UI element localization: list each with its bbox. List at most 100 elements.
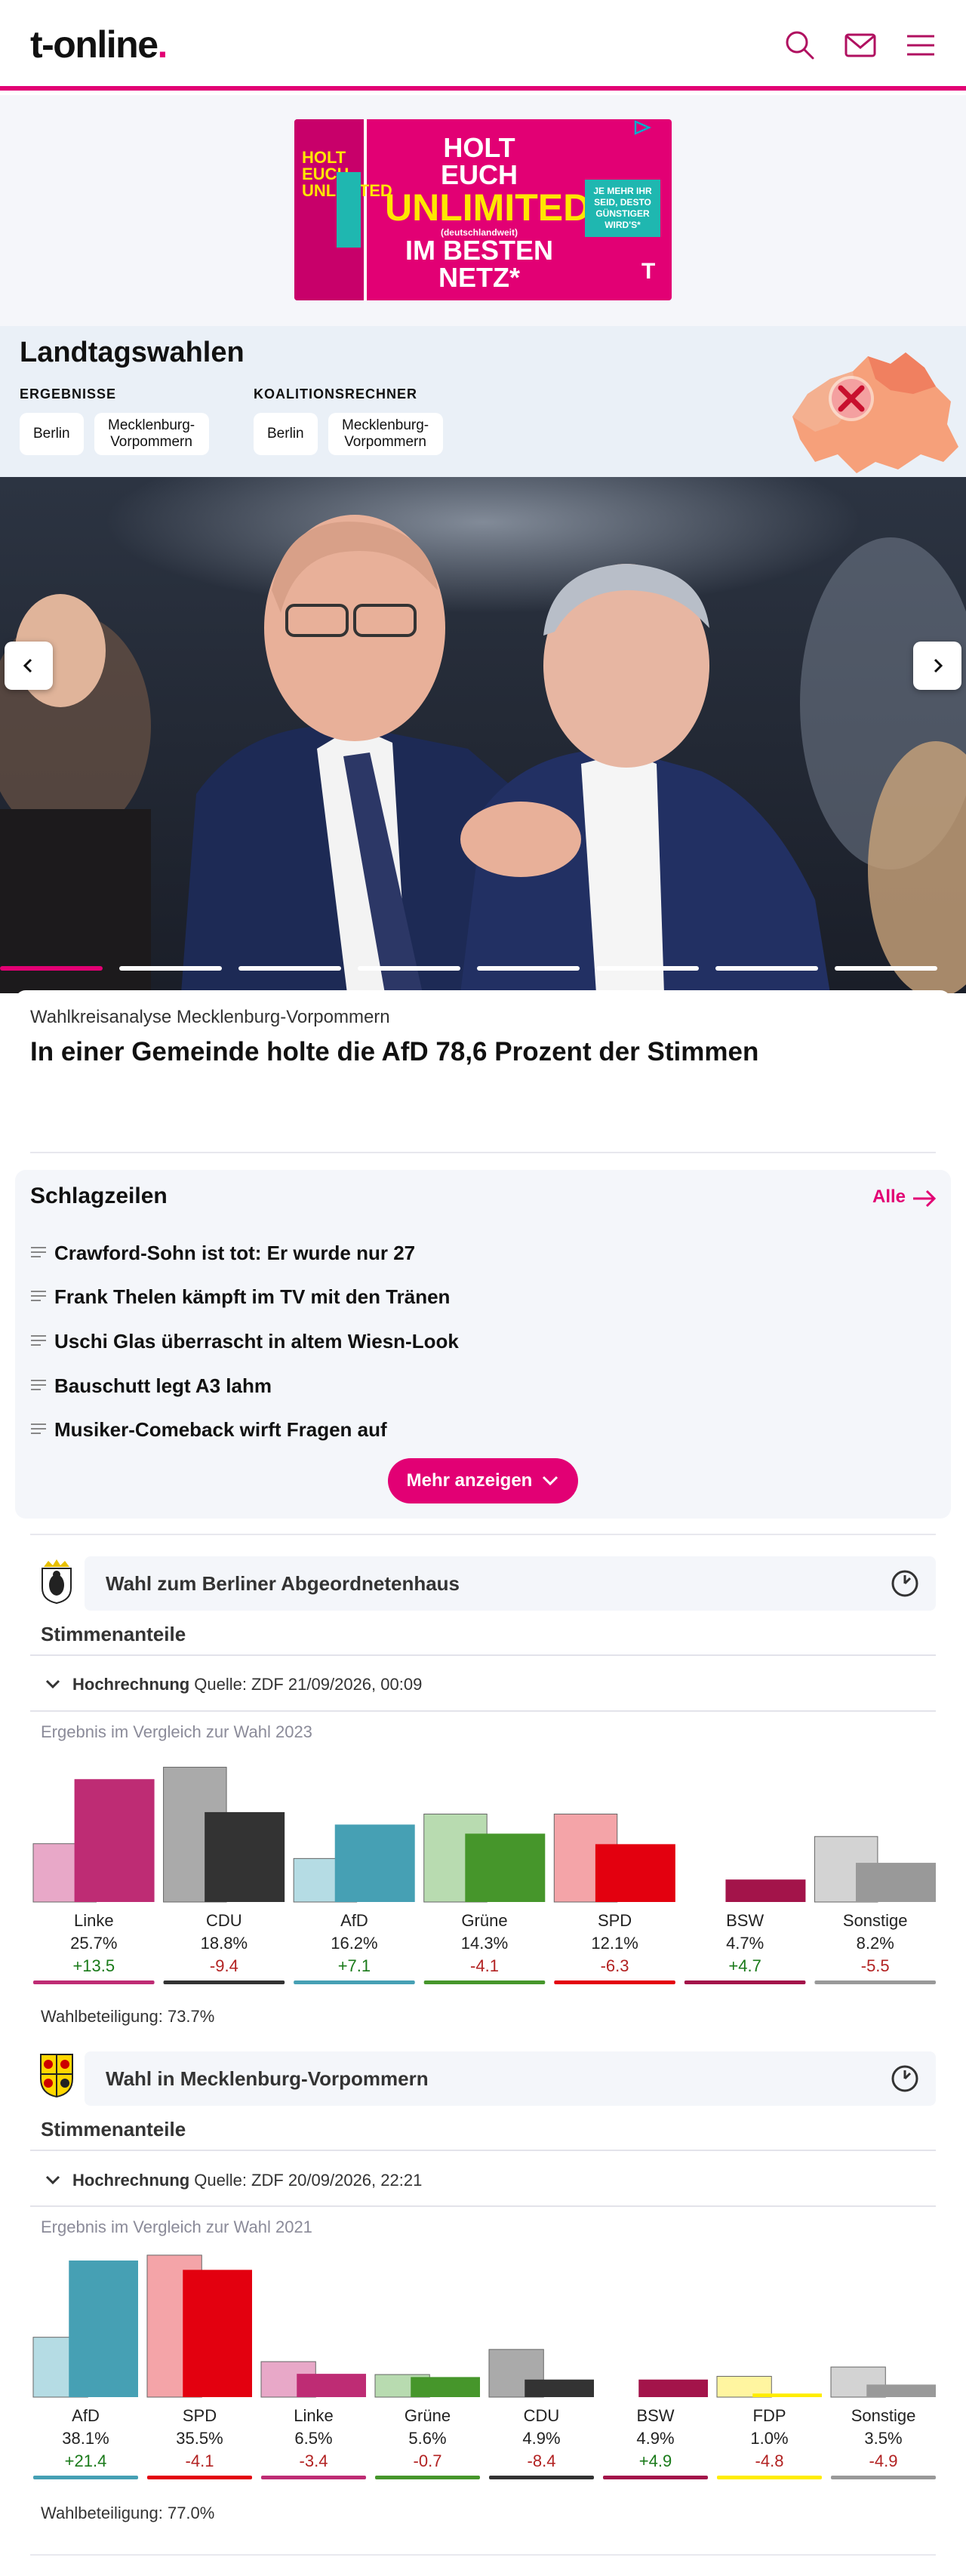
slide-indicator[interactable] [0,966,103,971]
chevron-down-icon [543,1476,558,1486]
value-label: 14.3% [461,1934,508,1953]
hochrechnung-toggle[interactable]: Hochrechnung Quelle: ZDF 20/09/2026, 22:… [45,2171,422,2190]
diff-label: -9.4 [210,1956,238,1975]
party-label: Linke [74,1911,114,1930]
bar-current-afd[interactable] [334,1824,415,1902]
article-icon [31,1335,46,1346]
adchoices-icon[interactable] [632,119,652,136]
telekom-logo: T [641,259,656,284]
slide-indicator[interactable] [715,966,818,971]
clock-icon [891,1570,918,1597]
comparison-label: Ergebnis im Vergleich zur Wahl 2023 [41,1722,312,1741]
slide-indicator[interactable] [238,966,341,971]
menu-icon[interactable] [904,29,937,62]
arrow-right-icon[interactable] [910,1187,937,1210]
party-label: Linke [294,2406,334,2425]
article-icon [31,1380,46,1390]
headline-item[interactable]: Crawford-Sohn ist tot: Er wurde nur 27 [30,1238,415,1268]
bar-current-sonstige[interactable] [866,2384,936,2397]
koalition-mv-button[interactable]: Mecklenburg-Vorpommern [328,413,443,455]
party-color-line [163,1980,285,1984]
ergebnisse-berlin-button[interactable]: Berlin [20,413,84,455]
ad-banner[interactable]: HOLT EUCH UNLIMITED HOLT EUCH UNLIMITED … [294,119,672,300]
koalition-berlin-button[interactable]: Berlin [254,413,318,455]
party-label: Grüne [461,1911,507,1930]
results-chart-svg: Linke 25.7% +13.5 CDU 18.8% -9.4 AfD 16.2% +7.1 G… [32,1766,936,1984]
headline-item[interactable]: Musiker-Comeback wirft Fragen auf [30,1414,387,1445]
bar-current-sonstige[interactable] [856,1863,936,1902]
value-label: 3.5% [864,2429,902,2448]
ad-line-3: UNLIMITED [385,186,591,229]
diff-label: +4.7 [728,1956,761,1975]
party-color-line [423,1980,546,1984]
next-slide-button[interactable] [913,642,961,690]
bar-current-bsw[interactable] [638,2379,708,2397]
slide-indicator[interactable] [835,966,937,971]
value-label: 18.8% [201,1934,248,1953]
slide-indicator[interactable] [358,966,460,971]
ad-note: JE MEHR IHR SEID, DESTO GÜNSTIGER WIRD'S… [585,180,660,237]
value-label: 8.2% [857,1934,894,1953]
slide-indicator[interactable] [119,966,222,971]
chevron-down-icon [45,1679,60,1689]
bar-current-linke[interactable] [74,1779,155,1902]
headline-text: Crawford-Sohn ist tot: Er wurde nur 27 [54,1241,416,1264]
bar-current-spd[interactable] [183,2270,252,2397]
koalitionsrechner-group: KOALITIONSRECHNER Berlin Mecklenburg-Vor… [254,386,443,455]
hochrechnung-toggle[interactable]: Hochrechnung Quelle: ZDF 21/09/2026, 00:… [45,1675,422,1694]
bar-current-bsw[interactable] [725,1879,806,1902]
headline-text: Frank Thelen kämpft im TV mit den Tränen [54,1285,451,1308]
ad-line-2: EUCH [440,159,518,190]
diff-label: -8.4 [528,2451,556,2470]
divider [30,1710,936,1712]
mv-crest-icon [40,2054,73,2098]
mail-icon[interactable] [844,29,877,62]
mv-results-chart: AfD 38.1% +21.4 SPD 35.5% -4.1 Linke 6.5% -3.4 Gr… [30,2243,936,2479]
bar-current-spd[interactable] [595,1844,675,1902]
slide-indicator[interactable] [477,966,580,971]
more-headlines-button[interactable]: Mehr anzeigen [388,1458,578,1503]
chevron-down-icon [45,2175,60,2185]
bar-current-cdu[interactable] [205,1811,285,1902]
hero-headline[interactable]: In einer Gemeinde holte die AfD 78,6 Pro… [30,1037,758,1067]
headline-item[interactable]: Uschi Glas überrascht in altem Wiesn-Loo… [30,1326,459,1356]
headline-item[interactable]: Bauschutt legt A3 lahm [30,1371,272,1401]
bar-current-fdp[interactable] [752,2393,822,2397]
berlin-widget-title: Wahl zum Berliner Abgeordnetenhaus [106,1572,460,1595]
bar-current-cdu[interactable] [525,2379,594,2397]
article-icon [31,1291,46,1301]
clock-icon [891,2065,918,2092]
prev-slide-button[interactable] [5,642,53,690]
headline-text: Uschi Glas überrascht in altem Wiesn-Loo… [54,1329,459,1353]
bar-current-afd[interactable] [69,2261,138,2397]
diff-label: +13.5 [72,1956,115,1975]
schlagzeilen-all-link[interactable]: Alle [872,1186,906,1208]
bar-current-grüne[interactable] [465,1833,546,1902]
bar-current-grüne[interactable] [411,2377,480,2397]
value-label: 4.9% [636,2429,674,2448]
ergebnisse-mv-button[interactable]: Mecklenburg-Vorpommern [94,413,209,455]
logo-dot: . [157,23,168,66]
party-label: CDU [524,2406,560,2425]
party-color-line [147,2476,252,2479]
results-chart-svg: AfD 38.1% +21.4 SPD 35.5% -4.1 Linke 6.5% -3.4 Gr… [32,2254,936,2479]
party-color-line [684,1980,806,1984]
chevron-right-icon [934,658,943,673]
logo-text: t-online [30,23,158,66]
bar-current-linke[interactable] [297,2374,366,2397]
site-header: t-online. [0,0,966,91]
party-color-line [717,2476,822,2479]
headline-item[interactable]: Frank Thelen kämpft im TV mit den Tränen [30,1282,450,1312]
party-color-line [33,1980,155,1984]
ad-line-1: HOLT [443,132,515,163]
schlagzeilen-title: Schlagzeilen [30,1183,168,1208]
site-logo[interactable]: t-online. [30,23,168,66]
hero-slider[interactable] [0,477,966,993]
article-icon [31,1423,46,1434]
search-icon[interactable] [783,29,817,62]
divider [30,1152,936,1153]
ad-line-5: IM BESTEN [405,235,553,266]
slide-indicator[interactable] [596,966,699,971]
party-label: Sonstige [843,1911,908,1930]
party-color-line [814,1980,936,1984]
